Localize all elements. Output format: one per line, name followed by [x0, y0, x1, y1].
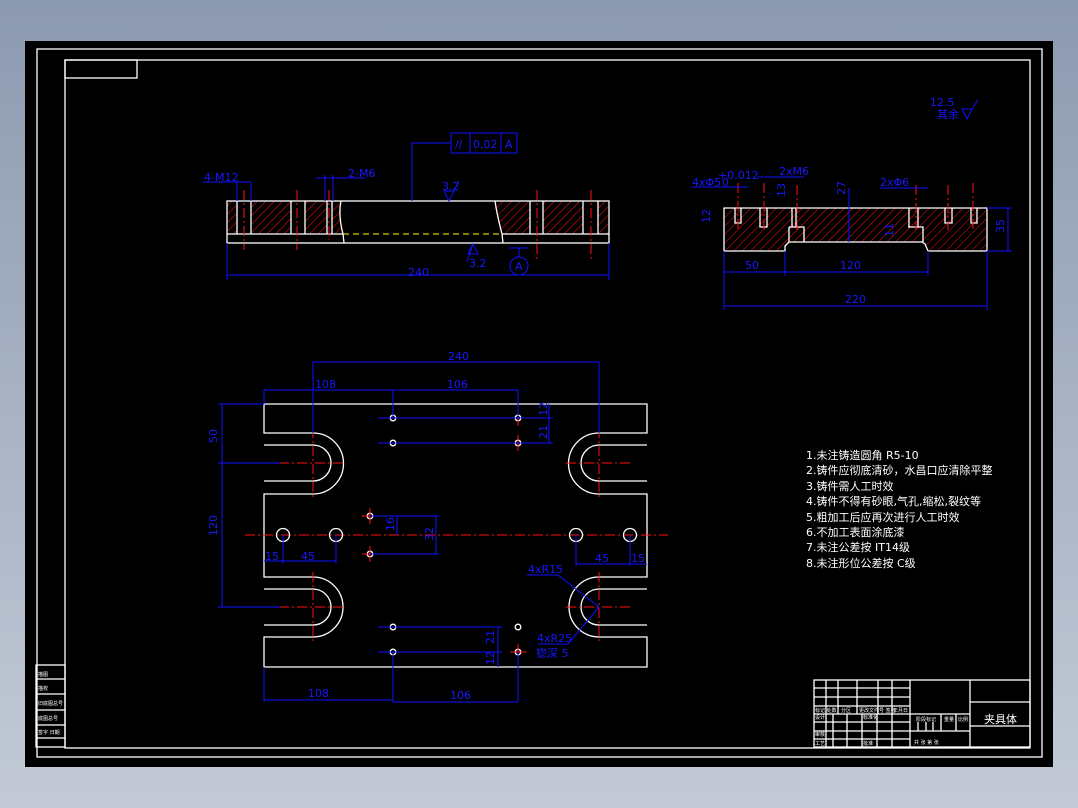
- dim-top-106: 106: [447, 378, 468, 391]
- dim-21-bottom: 21: [484, 630, 497, 644]
- dim-15-left: 15: [265, 550, 279, 563]
- dim-overall-length: 240: [408, 266, 429, 279]
- dim-12-top: 12: [537, 402, 550, 416]
- svg-text:A: A: [505, 138, 513, 151]
- title-cell: 工艺: [815, 741, 825, 747]
- dim-45-left: 45: [301, 550, 315, 563]
- side-table-cell: 描校: [38, 685, 48, 692]
- title-cell: 分区: [841, 707, 851, 714]
- svg-text://: //: [455, 138, 463, 151]
- title-cell: 共 张 第 张: [914, 739, 939, 746]
- counterbore-depth-callout: 锪深 5: [536, 647, 569, 660]
- side-table-cell: 签字 日期: [38, 729, 60, 736]
- note-line: 7.未注公差按 IT14级: [806, 540, 910, 554]
- title-cell: 重量: [944, 716, 954, 723]
- dim-12-bottom: 12: [484, 651, 497, 665]
- roughness-other-label: 其余: [937, 107, 959, 121]
- hole-tolerance-lower: 0: [722, 176, 729, 189]
- title-cell: 设计: [815, 714, 825, 721]
- dim-top-108: 108: [315, 378, 336, 391]
- dim-15-right: 15: [631, 552, 645, 565]
- hole-callout: 4xΦ5: [692, 176, 721, 189]
- note-line: 6.不加工表面涂底漆: [806, 525, 905, 539]
- note-line: 2.铸件应彻底清砂，水昌口应清除平整: [806, 463, 993, 477]
- roughness-bottom: 3.2: [469, 257, 487, 270]
- title-cell: 批准: [863, 740, 873, 747]
- radius-15-callout: 4xR15: [528, 563, 563, 576]
- note-line: 8.未注形位公差按 C级: [806, 556, 916, 570]
- dim-32: 32: [423, 527, 436, 541]
- dim-11: 11: [883, 223, 896, 237]
- dim-120: 120: [840, 259, 861, 272]
- thread-callout-mid: 2-M6: [348, 167, 375, 180]
- dim-27: 27: [835, 181, 848, 195]
- dim-13: 13: [775, 183, 788, 197]
- side-table-cell: 旧底图总号: [38, 700, 63, 707]
- dim-50: 50: [745, 259, 759, 272]
- dim-16: 16: [384, 517, 397, 531]
- note-line: 3.铸件需人工时效: [806, 479, 894, 493]
- note-line: 4.铸件不得有砂眼,气孔,缩松,裂纹等: [806, 494, 981, 508]
- dim-21-top: 21: [537, 425, 550, 439]
- dim-bottom-106: 106: [450, 689, 471, 702]
- dim-12: 12: [700, 209, 713, 223]
- dim-50: 50: [207, 429, 220, 443]
- pin-callout: 2xΦ6: [880, 176, 909, 189]
- radius-25-callout: 4xR25: [537, 632, 572, 645]
- title-cell: 更改文件号 签名: [859, 707, 896, 714]
- cad-drawing-canvas[interactable]: 描图 描校 旧底图总号 底图总号 签字 日期 240 4-M12 2-M6 //: [0, 0, 1078, 808]
- svg-text:0.02: 0.02: [473, 138, 498, 151]
- title-cell: 审核: [815, 731, 825, 738]
- title-cell: 标记 处数: [815, 707, 837, 714]
- side-table-cell: 底图总号: [38, 715, 58, 722]
- title-cell: 阶段标记: [916, 716, 936, 723]
- thread-callout: 2xM6: [779, 165, 809, 178]
- drawing-title: 夹具体: [984, 712, 1017, 726]
- title-cell: 比例: [958, 716, 968, 723]
- datum-label: A: [515, 260, 523, 273]
- dim-120: 120: [207, 515, 220, 536]
- dim-45-right: 45: [595, 552, 609, 565]
- title-cell: 年月日: [893, 707, 908, 714]
- title-cell: 标准化: [863, 714, 878, 721]
- dim-240: 240: [448, 350, 469, 363]
- note-line: 1.未注铸造圆角 R5-10: [806, 448, 919, 462]
- dim-35: 35: [994, 219, 1007, 233]
- note-line: 5.粗加工后应再次进行人工时效: [806, 510, 960, 524]
- side-table-cell: 描图: [38, 671, 48, 678]
- thread-callout-left: 4-M12: [204, 171, 238, 184]
- dim-bottom-108: 108: [308, 687, 329, 700]
- roughness-top: 3.2: [442, 180, 460, 193]
- dim-220: 220: [845, 293, 866, 306]
